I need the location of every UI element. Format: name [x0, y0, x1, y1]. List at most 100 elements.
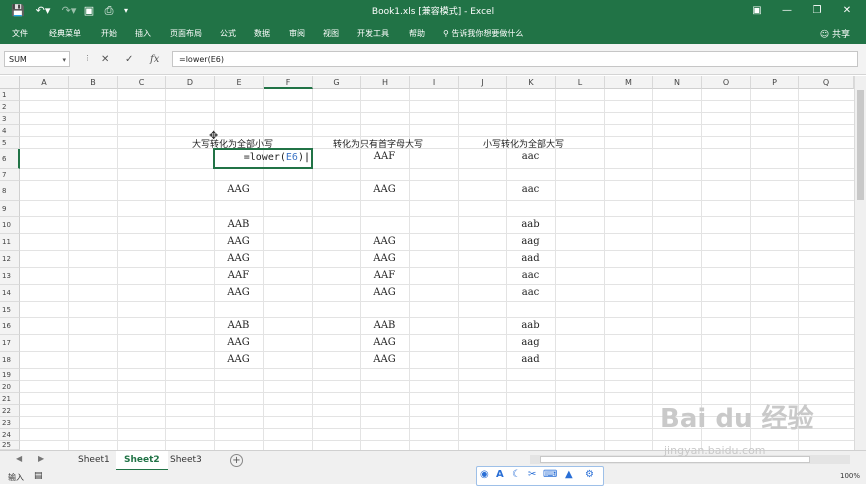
tab-home[interactable]: 开始 [101, 28, 117, 39]
tab-view[interactable]: 视图 [323, 28, 339, 39]
paw-icon[interactable]: ◉ [480, 469, 489, 480]
row-header[interactable]: 15 [0, 302, 20, 318]
row-header[interactable]: 17 [0, 335, 20, 352]
data-cell[interactable]: AAG [360, 337, 409, 348]
row-header[interactable]: 19 [0, 369, 20, 381]
data-cell[interactable]: AAG [360, 287, 409, 298]
data-cell[interactable]: aad [506, 253, 555, 264]
row-header[interactable]: 25 [0, 441, 20, 450]
formula-input[interactable]: =lower(E6) [172, 51, 858, 67]
tab-classic-menu[interactable]: 经典菜单 [49, 28, 81, 39]
data-cell[interactable]: AAG [360, 184, 409, 195]
data-cell[interactable]: AAF [214, 270, 263, 281]
sheet-tab-sheet3[interactable]: Sheet3 [162, 451, 210, 469]
row-header[interactable]: 7 [0, 169, 20, 181]
macro-record-icon[interactable]: ▤ [34, 471, 43, 481]
row-header[interactable]: 10 [0, 217, 20, 234]
insert-function-icon[interactable]: fx [150, 54, 159, 65]
column-header[interactable]: E [215, 76, 264, 89]
active-cell-editor[interactable]: =lower(E6)| [216, 152, 310, 163]
data-cell[interactable]: AAB [214, 219, 263, 230]
shirt-icon[interactable]: ▲ [565, 469, 573, 480]
row-header[interactable]: 12 [0, 251, 20, 268]
letter-a-icon[interactable]: A [496, 469, 504, 480]
tab-review[interactable]: 审阅 [289, 28, 305, 39]
column-header[interactable]: L [556, 76, 605, 89]
zoom-level[interactable]: 100% [840, 472, 860, 480]
data-cell[interactable]: aag [506, 236, 555, 247]
row-header[interactable]: 4 [0, 125, 20, 137]
data-cell[interactable]: AAB [214, 320, 263, 331]
row-header[interactable]: 14 [0, 285, 20, 302]
vertical-scroll-thumb[interactable] [857, 90, 864, 200]
data-cell[interactable]: aac [506, 151, 555, 162]
vertical-scrollbar[interactable] [854, 76, 866, 450]
select-all-corner[interactable] [0, 76, 20, 89]
close-icon[interactable]: ✕ [832, 0, 862, 22]
data-cell[interactable]: AAF [360, 151, 409, 162]
tab-insert[interactable]: 插入 [135, 28, 151, 39]
row-header[interactable]: 21 [0, 393, 20, 405]
column-header[interactable]: Q [799, 76, 854, 89]
worksheet-grid[interactable]: 大写转化为全部小写 转化为只有首字母大写 小写转化为全部大写 =lower(E6… [20, 89, 854, 450]
gear-icon[interactable]: ⚙ [585, 469, 594, 480]
data-cell[interactable]: AAG [214, 287, 263, 298]
ribbon-display-icon[interactable]: ▣ [742, 0, 772, 22]
cancel-icon[interactable]: ✕ [101, 54, 109, 65]
row-header[interactable]: 5 [0, 137, 20, 149]
data-cell[interactable]: AAG [360, 236, 409, 247]
data-cell[interactable]: aac [506, 287, 555, 298]
tab-formulas[interactable]: 公式 [220, 28, 236, 39]
tab-help[interactable]: 帮助 [409, 28, 425, 39]
chevron-down-icon[interactable]: ▾ [62, 52, 66, 68]
data-cell[interactable]: aab [506, 219, 555, 230]
column-header[interactable]: A [20, 76, 69, 89]
row-header[interactable]: 16 [0, 318, 20, 335]
column-header[interactable]: O [702, 76, 751, 89]
data-cell[interactable]: AAF [360, 270, 409, 281]
column-header[interactable]: P [751, 76, 799, 89]
data-cell[interactable]: AAG [360, 354, 409, 365]
row-header[interactable]: 20 [0, 381, 20, 393]
row-header[interactable]: 8 [0, 181, 20, 201]
restore-icon[interactable]: ❐ [802, 0, 832, 22]
column-header[interactable]: N [653, 76, 702, 89]
tab-data[interactable]: 数据 [254, 28, 270, 39]
horizontal-scroll-thumb[interactable] [540, 456, 810, 463]
tab-page-layout[interactable]: 页面布局 [170, 28, 202, 39]
column-header[interactable]: H [361, 76, 410, 89]
column-header[interactable]: B [69, 76, 118, 89]
row-header[interactable]: 9 [0, 201, 20, 217]
column-header[interactable]: K [507, 76, 556, 89]
keyboard-icon[interactable]: ⌨ [543, 469, 557, 480]
column-header[interactable]: M [605, 76, 653, 89]
data-cell[interactable]: AAG [214, 253, 263, 264]
row-header[interactable]: 3 [0, 113, 20, 125]
tab-file[interactable]: 文件 [12, 28, 28, 39]
sheet-tab-sheet2[interactable]: Sheet2 [116, 451, 168, 471]
enter-icon[interactable]: ✓ [125, 54, 133, 65]
tab-developer[interactable]: 开发工具 [357, 28, 389, 39]
data-cell[interactable]: AAG [214, 337, 263, 348]
row-header[interactable]: 24 [0, 429, 20, 441]
row-header[interactable]: 23 [0, 417, 20, 429]
moon-icon[interactable]: ☾ [512, 469, 521, 480]
row-header[interactable]: 11 [0, 234, 20, 251]
add-sheet-icon[interactable]: + [230, 454, 243, 467]
data-cell[interactable]: AAB [360, 320, 409, 331]
row-header[interactable]: 13 [0, 268, 20, 285]
data-cell[interactable]: aag [506, 337, 555, 348]
column-header[interactable]: J [459, 76, 507, 89]
prev-sheet-icon[interactable]: ◀ [16, 454, 22, 463]
data-cell[interactable]: AAG [214, 184, 263, 195]
column-header[interactable]: C [118, 76, 166, 89]
column-header[interactable]: G [313, 76, 361, 89]
row-header[interactable]: 22 [0, 405, 20, 417]
data-cell[interactable]: aac [506, 184, 555, 195]
row-header[interactable]: 6 [0, 149, 20, 169]
row-header[interactable]: 18 [0, 352, 20, 369]
column-header[interactable]: D [166, 76, 215, 89]
column-header[interactable]: I [410, 76, 459, 89]
data-cell[interactable]: aab [506, 320, 555, 331]
row-header[interactable]: 2 [0, 101, 20, 113]
